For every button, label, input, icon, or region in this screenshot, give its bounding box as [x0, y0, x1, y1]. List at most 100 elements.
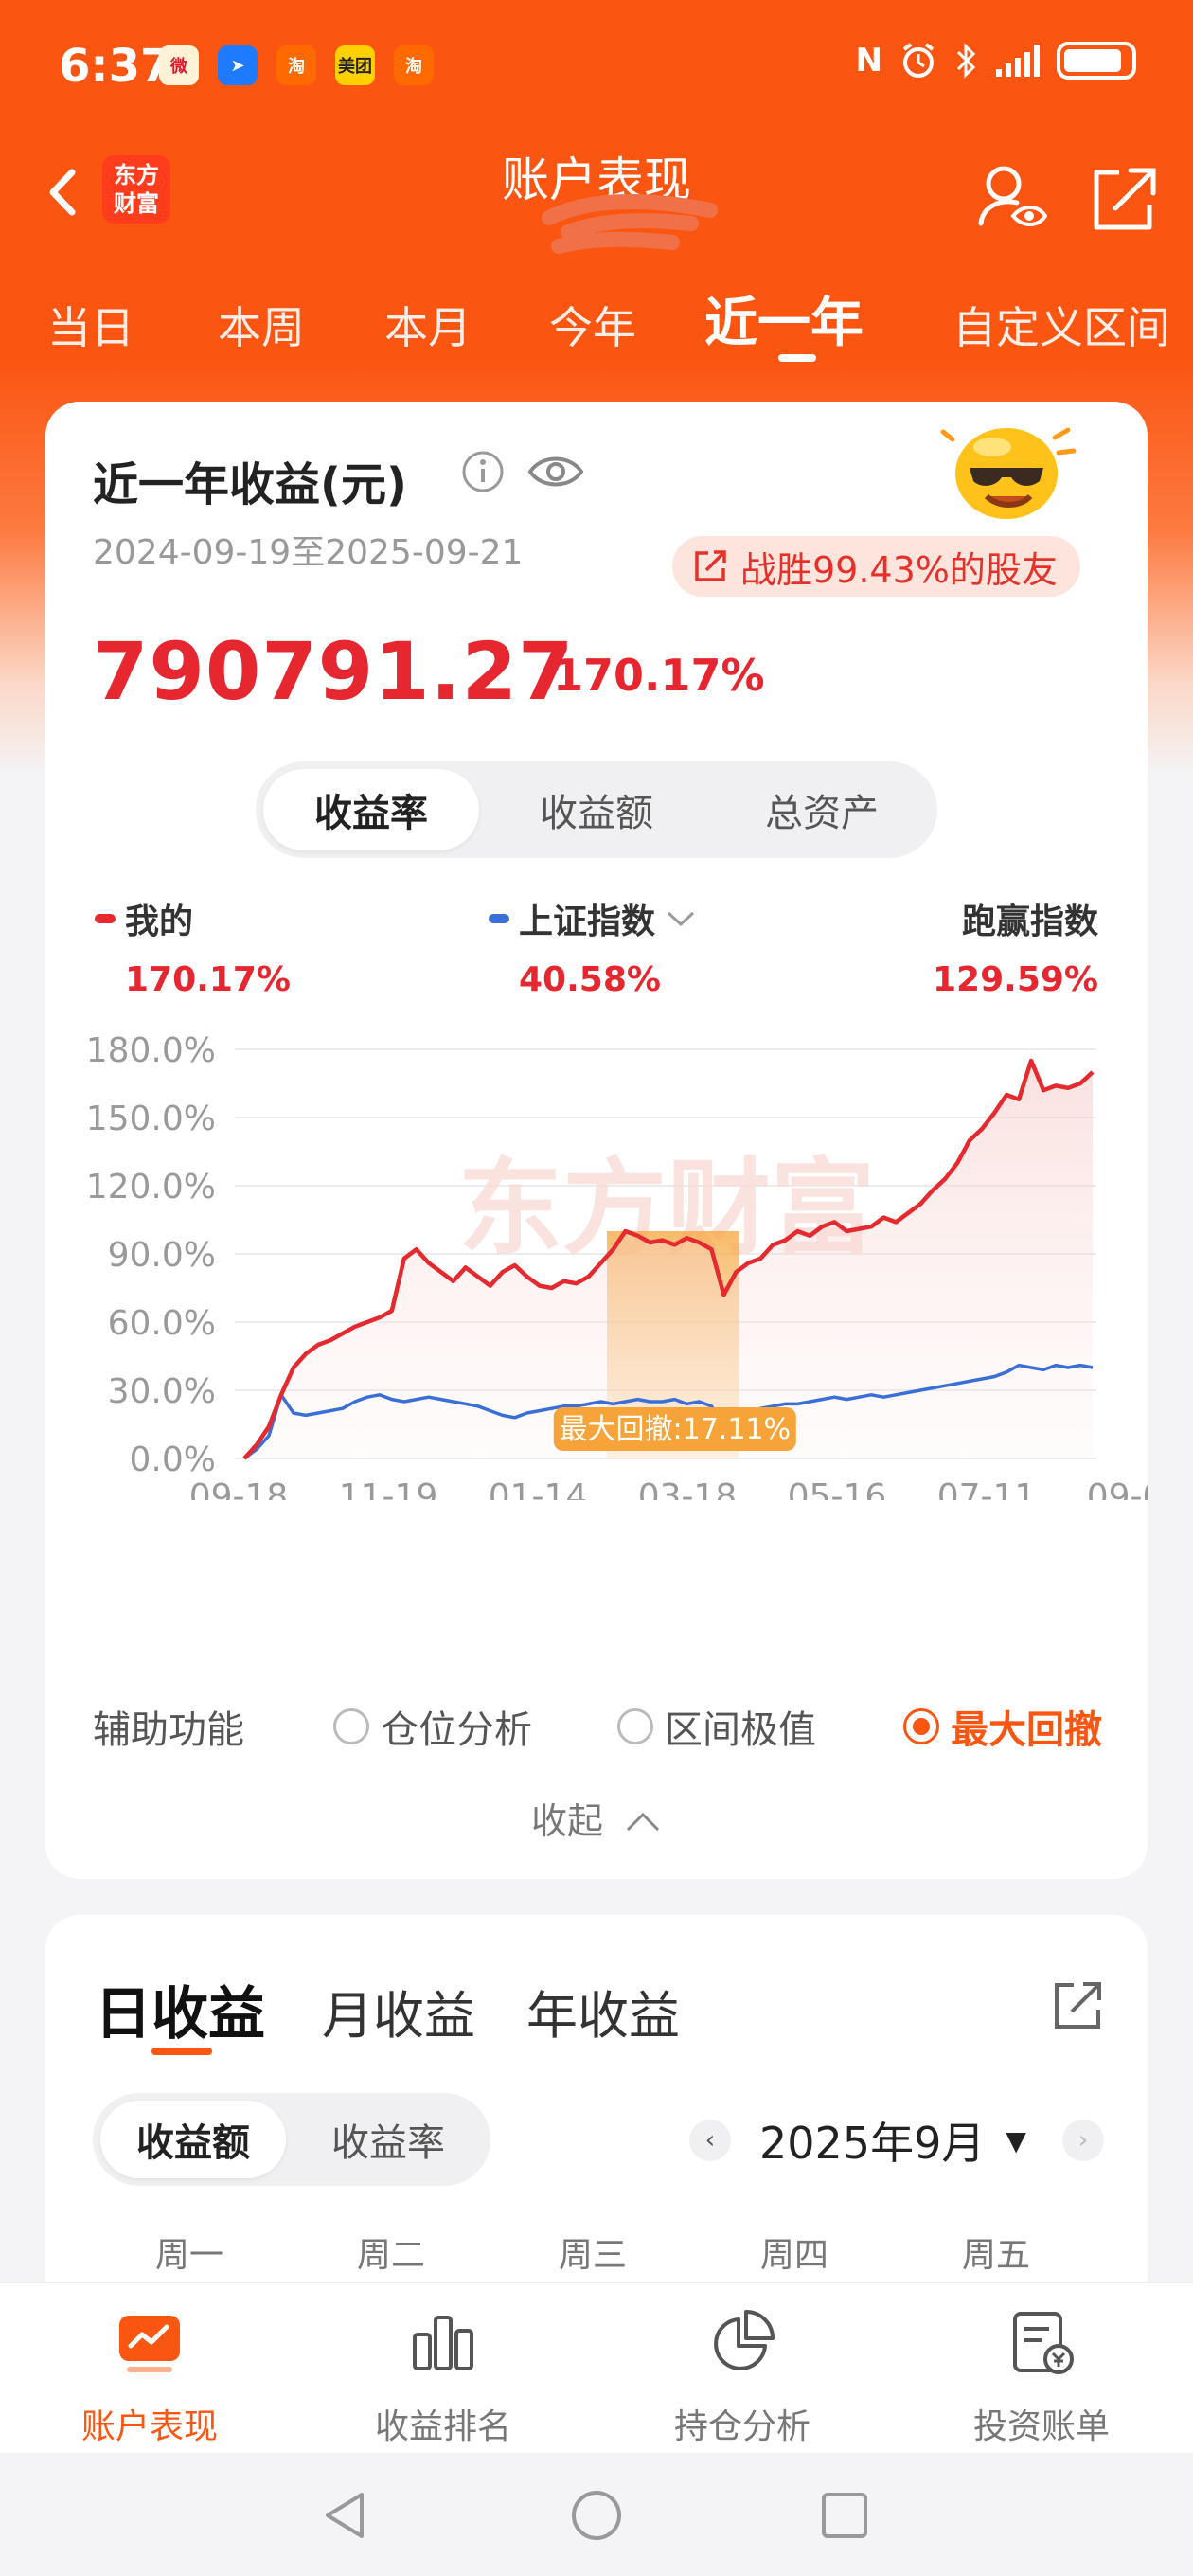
- weibo-icon: 微: [159, 45, 199, 85]
- mode-tab-rate[interactable]: 收益率: [295, 2101, 481, 2178]
- collapse-button[interactable]: 收起: [45, 1792, 1148, 1844]
- app-header: 东方 财富 账户表现: [0, 133, 1193, 256]
- share-button[interactable]: [1087, 161, 1159, 237]
- bill-icon: [1013, 2312, 1074, 2374]
- period-tabs: 当日 本周 本月 今年 近一年 自定义区间: [0, 275, 1193, 379]
- status-bar: 6:37 微 ➤ 淘美团淘 N: [0, 0, 1193, 133]
- metric-tab-rate[interactable]: 收益率: [263, 769, 479, 850]
- caret-down-icon[interactable]: ▼: [1006, 2125, 1026, 2156]
- legend-index[interactable]: 上证指数 40.58%: [489, 894, 697, 999]
- bluetooth-icon: [956, 43, 976, 79]
- meituan-icon: 美团: [335, 45, 375, 85]
- tab-this-week[interactable]: 本周: [218, 294, 305, 356]
- system-recents-icon[interactable]: [816, 2487, 873, 2544]
- legend-index-swatch: [489, 914, 509, 923]
- system-navigation-bar: [0, 2453, 1193, 2576]
- tab-monthly-profit[interactable]: 月收益: [322, 1974, 475, 2048]
- y-tick-label: 30.0%: [108, 1372, 216, 1411]
- next-month-button[interactable]: ›: [1061, 2120, 1104, 2161]
- metric-tab-amount[interactable]: 收益额: [489, 769, 704, 850]
- y-tick-label: 0.0%: [130, 1440, 216, 1479]
- mode-tab-amount[interactable]: 收益额: [100, 2101, 286, 2178]
- taobao-icon: 淘: [276, 45, 316, 85]
- radio-checked-icon: [903, 1708, 939, 1744]
- aux-position-analysis[interactable]: 仓位分析: [333, 1699, 532, 1754]
- aux-max-drawdown[interactable]: 最大回撤: [903, 1699, 1102, 1754]
- weekday-label: 周一: [154, 2236, 223, 2275]
- account-visibility-button[interactable]: [975, 161, 1047, 237]
- tab-indicator: [778, 354, 816, 362]
- date-range: 2024-09-19至2025-09-21: [93, 533, 524, 572]
- y-tick-label: 90.0%: [108, 1236, 216, 1275]
- nfc-icon: N: [855, 42, 882, 80]
- alarm-icon: [902, 43, 935, 78]
- y-tick-label: 180.0%: [86, 1031, 216, 1070]
- tab-this-year[interactable]: 今年: [549, 294, 636, 356]
- legend-mine: 我的 170.17%: [95, 894, 291, 999]
- x-tick-label: 05-16: [788, 1477, 887, 1500]
- beat-peers-badge[interactable]: 战胜99.43%的股友: [672, 536, 1080, 597]
- daily-tab-indicator: [151, 2048, 212, 2055]
- nav-holding-analysis[interactable]: 持仓分析: [638, 2306, 846, 2448]
- month-picker: ‹ 2025年9月 ▼ ›: [689, 2104, 1125, 2176]
- legend-outperform: 跑赢指数 129.59%: [933, 903, 1098, 999]
- legend-outperform-value: 129.59%: [933, 960, 1098, 999]
- weekday-label: 周二: [356, 2236, 425, 2275]
- taobao-flash-icon: 淘: [394, 45, 434, 85]
- aux-label: 辅助功能: [93, 1708, 244, 1752]
- redaction-scribble: [542, 193, 718, 254]
- legend-mine-swatch: [95, 914, 116, 923]
- bar-chart-icon: [413, 2316, 473, 2370]
- info-icon[interactable]: [460, 449, 506, 494]
- summary-title: 近一年收益(元): [93, 458, 407, 511]
- aux-range-extreme[interactable]: 区间极值: [617, 1699, 816, 1754]
- metric-tab-assets[interactable]: 总资产: [714, 769, 930, 850]
- daily-mode-segmented-control: 收益额 收益率: [93, 2093, 490, 2186]
- signal-icon: [996, 45, 1040, 77]
- prev-month-button[interactable]: ‹: [689, 2120, 731, 2161]
- status-right-icons: N: [856, 42, 1136, 80]
- x-tick-label: 09-04: [1087, 1477, 1148, 1500]
- drawdown-label: 最大回撤:17.11%: [560, 1413, 792, 1446]
- tab-daily-profit[interactable]: 日收益: [95, 1968, 265, 2050]
- x-tick-label: 07-11: [937, 1477, 1037, 1500]
- system-back-icon[interactable]: [318, 2487, 375, 2544]
- trend-chart-icon: [119, 2316, 180, 2372]
- battery-icon: [1057, 42, 1136, 80]
- tab-today[interactable]: 当日: [47, 294, 134, 356]
- nav-profit-ranking[interactable]: 收益排名: [339, 2306, 547, 2448]
- daily-profit-card: 日收益 月收益 年收益 收益额 收益率 ‹ 2025年9月 ▼ › 周一 周二 …: [45, 1915, 1148, 2313]
- x-tick-label: 09-18: [189, 1477, 289, 1500]
- nav-account-performance[interactable]: 账户表现: [45, 2306, 254, 2448]
- weekday-label: 周四: [759, 2236, 828, 2275]
- profit-summary-card: 近一年收益(元) 2024-09-19至2025-09-21 战胜99.43%的…: [45, 402, 1148, 1879]
- pie-chart-icon: [714, 2310, 775, 2370]
- tab-yearly-profit[interactable]: 年收益: [526, 1974, 680, 2048]
- chevron-down-icon[interactable]: [665, 907, 697, 930]
- weekday-label: 周五: [961, 2236, 1030, 2275]
- cool-emoji-icon: [940, 427, 1077, 519]
- tab-last-year[interactable]: 近一年: [704, 280, 864, 357]
- radio-unchecked-icon: [617, 1708, 653, 1744]
- total-profit-amount: 790791.27: [93, 625, 575, 718]
- x-tick-label: 11-19: [339, 1477, 438, 1500]
- weekday-header: 周一 周二 周三 周四 周五: [45, 2227, 1148, 2284]
- nav-investment-bill[interactable]: 投资账单: [937, 2306, 1146, 2448]
- tab-this-month[interactable]: 本月: [384, 294, 472, 356]
- metric-segmented-control: 收益率 收益额 总资产: [256, 761, 937, 858]
- month-label[interactable]: 2025年9月: [759, 2109, 985, 2172]
- status-time: 6:37: [59, 40, 172, 93]
- dingtalk-icon: ➤: [218, 45, 258, 85]
- legend-index-value: 40.58%: [519, 960, 661, 999]
- aux-functions: 辅助功能 仓位分析 区间极值 最大回撤: [93, 1699, 1115, 1756]
- legend-mine-value: 170.17%: [125, 960, 291, 999]
- radio-unchecked-icon: [333, 1708, 369, 1744]
- system-home-icon[interactable]: [568, 2487, 625, 2544]
- share-icon[interactable]: [1049, 1977, 1106, 2034]
- return-line-chart[interactable]: 180.0%150.0%120.0%90.0%60.0%30.0%0.0%东方财…: [45, 1008, 1148, 1500]
- x-tick-label: 01-14: [489, 1477, 588, 1500]
- chevron-up-icon: [626, 1812, 660, 1832]
- y-tick-label: 150.0%: [86, 1100, 216, 1138]
- eye-icon[interactable]: [526, 449, 585, 494]
- tab-custom-range[interactable]: 自定义区间: [953, 294, 1170, 356]
